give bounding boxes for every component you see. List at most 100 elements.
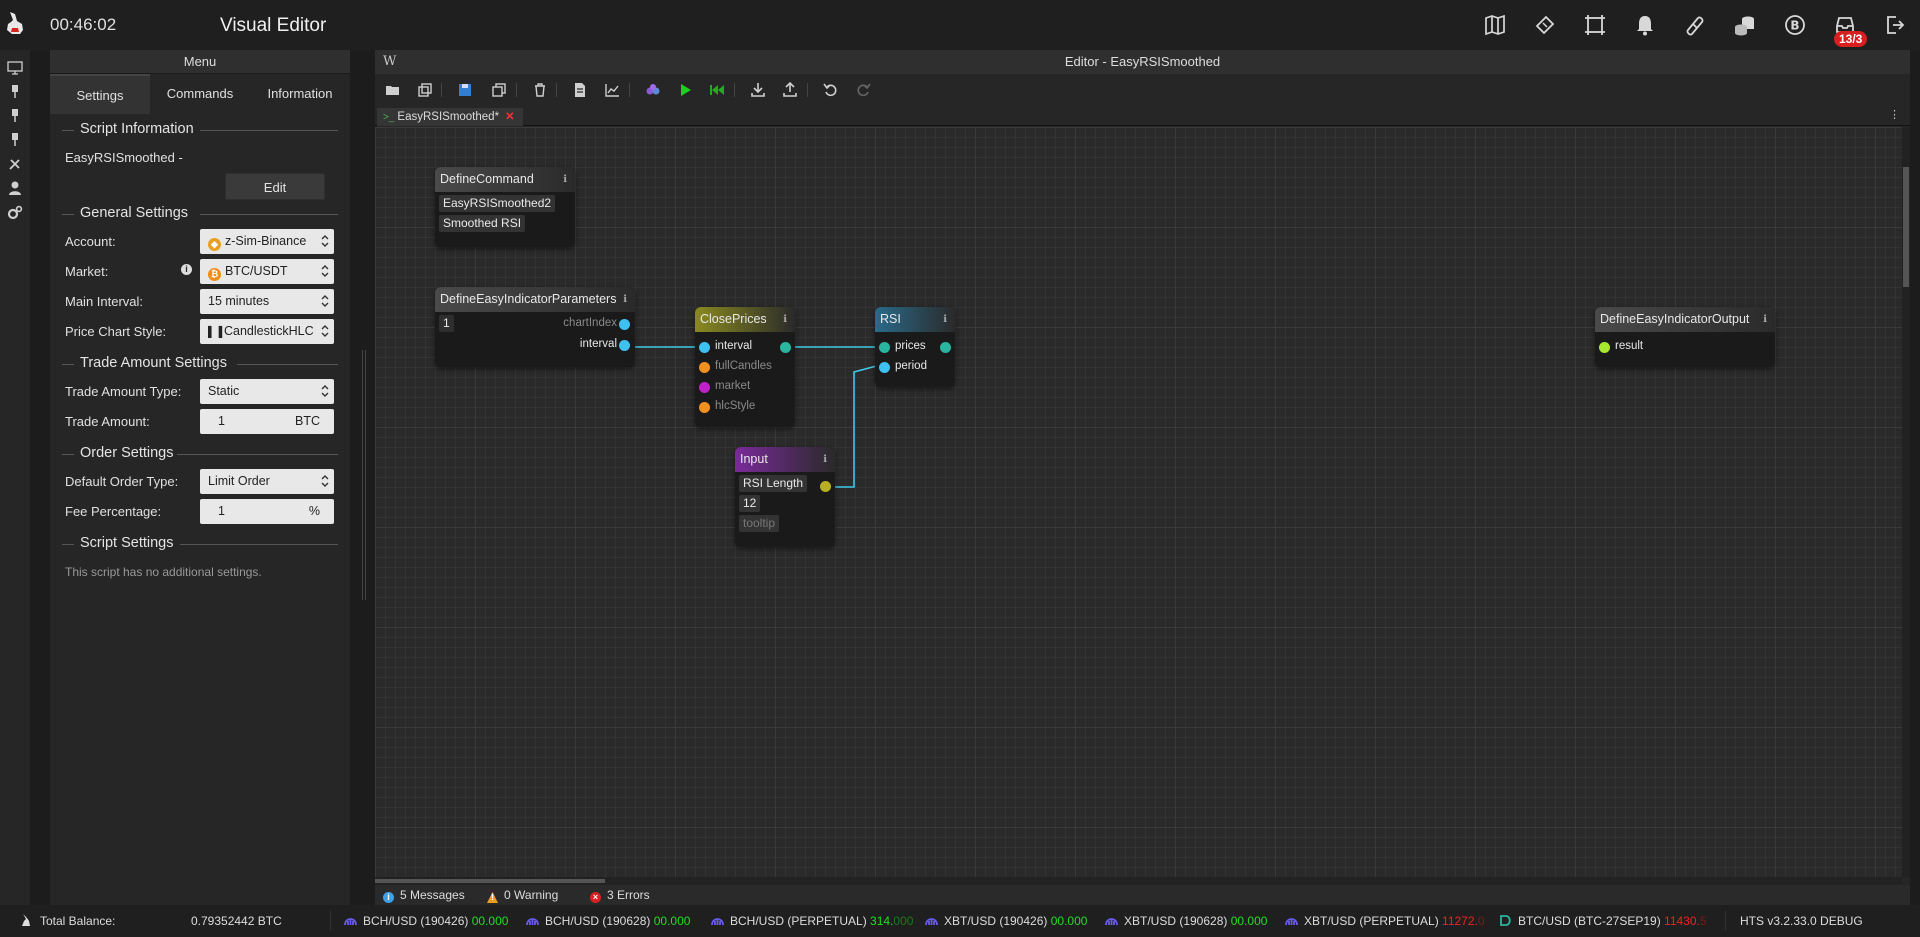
port-output[interactable] [780, 342, 791, 353]
document-icon[interactable] [572, 82, 588, 98]
trade-amount-input[interactable]: 1 BTC [200, 409, 334, 434]
port-input[interactable] [699, 382, 710, 393]
node-field[interactable]: 12 [739, 495, 761, 512]
coins-icon[interactable] [1733, 13, 1757, 37]
open-folder-icon[interactable] [385, 82, 401, 98]
user-icon[interactable] [7, 180, 23, 196]
port-input[interactable] [699, 402, 710, 413]
chart-line-icon[interactable] [604, 82, 620, 98]
close-icon[interactable]: ✕ [505, 111, 515, 123]
node-define-command[interactable]: DefineCommand ℹ EasyRSISmoothed2 Smoothe… [435, 167, 575, 247]
info-icon[interactable]: ℹ [1763, 307, 1767, 332]
port-output[interactable] [820, 481, 831, 492]
trade-type-select[interactable]: Static [200, 379, 334, 404]
tab-information[interactable]: Information [250, 74, 350, 114]
account-select[interactable]: ◆ z-Sim-Binance [200, 229, 334, 254]
node-field[interactable]: RSI Length [739, 475, 808, 492]
ticker-item[interactable]: BCH/USD (PERPETUAL) 314.000 [711, 905, 913, 937]
node-define-easy-indicator-output[interactable]: DefineEasyIndicatorOutput ℹ result [1595, 307, 1775, 367]
port-output[interactable] [619, 340, 630, 351]
port-label: chartIndex [563, 317, 617, 329]
chart-style-value: CandlestickHLC [224, 324, 314, 338]
menu-tabs: Settings Commands Information [50, 74, 350, 114]
ticker-item[interactable]: XBT/USD (PERPETUAL) 11272.0 [1285, 905, 1485, 937]
select-caret-icon [321, 475, 329, 487]
save-icon[interactable] [457, 82, 473, 98]
node-field[interactable]: EasyRSISmoothed2 [439, 195, 556, 212]
node-define-easy-indicator-parameters[interactable]: DefineEasyIndicatorParameters ℹ 1 chartI… [435, 287, 635, 367]
port-input[interactable] [879, 362, 890, 373]
node-field[interactable]: 1 [439, 315, 454, 332]
port-output[interactable] [940, 342, 951, 353]
info-icon[interactable]: ℹ [943, 307, 947, 332]
port-input[interactable] [699, 342, 710, 353]
edit-button[interactable]: Edit [225, 173, 325, 200]
tab-settings[interactable]: Settings [50, 74, 150, 114]
ticker-item[interactable]: BCH/USD (190426) 00.000 [344, 905, 508, 937]
ticker-item[interactable]: XBT/USD (190628) 00.000 [1105, 905, 1267, 937]
interval-select[interactable]: 15 minutes [200, 289, 334, 314]
ticker-price: 00.000 [653, 914, 691, 928]
section-title: Script Settings [74, 535, 180, 551]
frame-icon[interactable] [1583, 13, 1607, 37]
file-tab[interactable]: >_ EasyRSISmoothed* ✕ [377, 108, 523, 126]
select-caret-icon [321, 235, 329, 247]
chart-style-select[interactable]: ▌▐ CandlestickHLC [200, 319, 334, 344]
tools-icon[interactable] [7, 156, 23, 172]
candle-icon[interactable] [7, 107, 23, 123]
port-input[interactable] [1599, 342, 1610, 353]
redo-icon[interactable] [855, 82, 871, 98]
ticker-item[interactable]: XBT/USD (190426) 00.000 [925, 905, 1087, 937]
market-select[interactable]: ₿ BTC/USDT [200, 259, 334, 284]
ticket-icon[interactable] [1533, 13, 1557, 37]
info-icon[interactable]: ℹ [823, 447, 827, 472]
monitor-icon[interactable] [7, 60, 23, 76]
messages-status[interactable]: i 5 Messages [383, 885, 465, 905]
undo-icon[interactable] [823, 82, 839, 98]
map-icon[interactable] [1483, 13, 1507, 37]
port-input[interactable] [879, 342, 890, 353]
info-icon[interactable]: i [181, 264, 192, 275]
info-icon[interactable]: ℹ [623, 287, 627, 312]
bitcoin-exchange-icon[interactable]: B [1783, 13, 1807, 37]
market-value: BTC/USDT [225, 264, 288, 278]
bell-icon[interactable] [1633, 13, 1657, 37]
save-as-icon[interactable] [491, 82, 507, 98]
node-close-prices[interactable]: ClosePrices ℹ interval fullCandles marke… [695, 307, 795, 427]
vertical-scrollbar[interactable] [1902, 127, 1910, 877]
gears-icon[interactable] [7, 205, 23, 221]
info-icon[interactable]: ℹ [783, 307, 787, 332]
node-field[interactable]: tooltip [739, 515, 780, 532]
order-type-select[interactable]: Limit Order [200, 469, 334, 494]
step-back-icon[interactable] [709, 82, 725, 98]
node-input[interactable]: Input ℹ RSI Length 12 tooltip [735, 447, 835, 547]
horizontal-scrollbar[interactable] [375, 877, 1902, 885]
logo-icon [4, 10, 26, 36]
panel-splitter[interactable] [362, 350, 366, 600]
fee-input[interactable]: 1 % [200, 499, 334, 524]
more-options-icon[interactable]: ⋮ [1889, 108, 1900, 121]
node-canvas[interactable]: DefineCommand ℹ EasyRSISmoothed2 Smoothe… [375, 127, 1902, 877]
duplicate-icon[interactable] [417, 82, 433, 98]
pill-icon[interactable] [1683, 13, 1707, 37]
ticker-item[interactable]: BTC/USD (BTC-27SEP19) 11430.5 [1499, 905, 1707, 937]
errors-status[interactable]: × 3 Errors [590, 885, 650, 905]
ticker-item[interactable]: BCH/USD (190628) 00.000 [526, 905, 690, 937]
warnings-status[interactable]: ! 0 Warning [487, 885, 558, 905]
logout-icon[interactable] [1883, 13, 1907, 37]
node-header: Input ℹ [735, 447, 835, 472]
port-input[interactable] [699, 362, 710, 373]
node-field[interactable]: Smoothed RSI [439, 215, 526, 232]
candle-icon[interactable] [7, 83, 23, 99]
tab-commands[interactable]: Commands [150, 74, 250, 114]
warnings-count: 0 Warning [504, 888, 559, 902]
candle-icon[interactable] [7, 131, 23, 147]
download-icon[interactable] [750, 82, 766, 98]
port-output[interactable] [619, 319, 630, 330]
trash-icon[interactable] [532, 82, 548, 98]
debug-bug-icon[interactable] [645, 82, 661, 98]
upload-icon[interactable] [782, 81, 798, 98]
run-play-icon[interactable] [677, 82, 693, 98]
node-rsi[interactable]: RSI ℹ prices period [875, 307, 955, 387]
info-icon[interactable]: ℹ [563, 167, 567, 192]
